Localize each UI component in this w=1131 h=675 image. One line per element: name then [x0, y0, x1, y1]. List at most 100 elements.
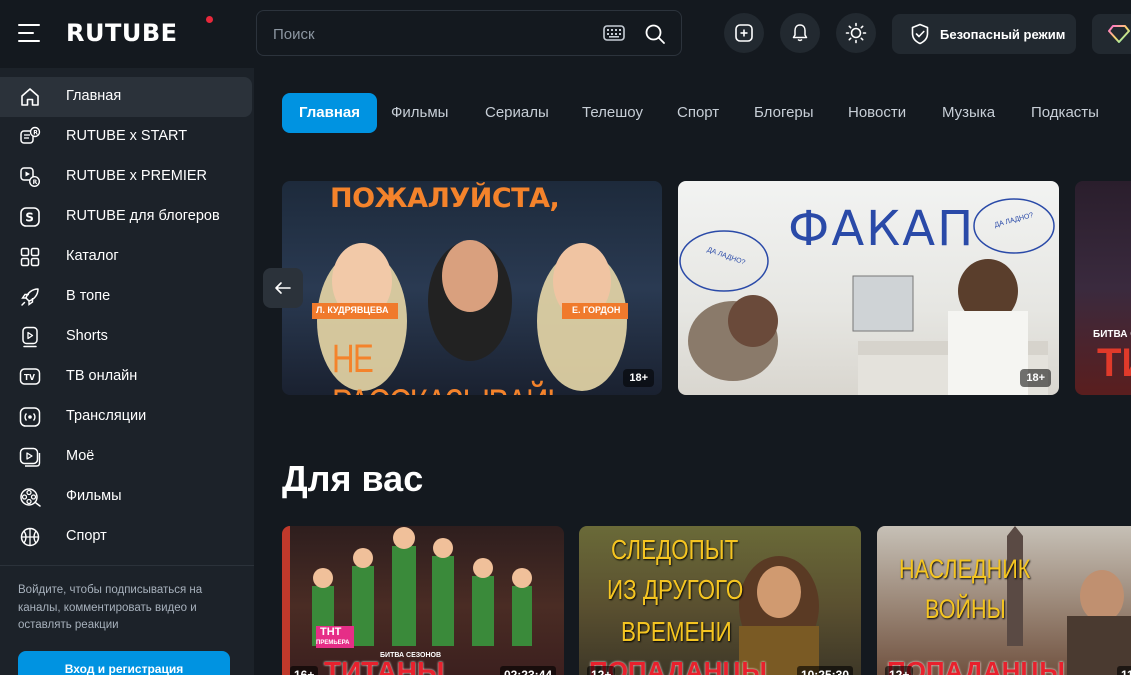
sidebar-item-tv[interactable]: TV ТВ онлайн [0, 357, 252, 397]
sidebar-item-studio[interactable]: S RUTUBE для блогеров [0, 197, 252, 237]
upload-icon [735, 24, 753, 42]
sidebar-item-label: Shorts [66, 328, 108, 344]
card-line-1: СЛЕДОПЫТ [611, 534, 739, 565]
banner-name-right: Е. ГОРДОН [572, 305, 621, 315]
sidebar-item-top[interactable]: В топе [0, 277, 252, 317]
header: RUTUBE Безопасный режим [0, 0, 1131, 68]
sidebar-item-label: RUTUBE для блогеров [66, 208, 220, 224]
tv-icon: TV [19, 368, 41, 385]
login-hint: Войдите, чтобы подписываться на каналы, … [18, 584, 203, 631]
sidebar-item-broadcasts[interactable]: Трансляции [0, 397, 252, 437]
safe-mode-button[interactable]: Безопасный режим [892, 14, 1076, 54]
sidebar-item-label: Фильмы [66, 488, 122, 504]
card-title: ТИТАНЫ [324, 656, 445, 675]
home-icon [21, 88, 39, 106]
card-line-2: ИЗ ДРУГОГО [607, 574, 744, 605]
keyboard-icon[interactable] [603, 24, 625, 42]
premier-icon: R [20, 167, 41, 188]
arrow-left-icon [275, 282, 291, 294]
video-card[interactable]: СЛЕДОПЫТ ИЗ ДРУГОГО ВРЕМЕНИ ПОПАДАНЦЫ 12… [579, 526, 861, 675]
shield-icon [911, 23, 929, 45]
tab-music[interactable]: Музыка [942, 93, 995, 133]
studio-icon: S [20, 207, 40, 227]
sidebar-item-label: Спорт [66, 528, 107, 544]
video-card[interactable]: ТНТ ПРЕМЬЕРА БИТВА СЕЗОНОВ ТИТАНЫ 16+ 02… [282, 526, 564, 675]
search-box [256, 10, 682, 56]
catalog-icon [20, 247, 40, 267]
sidebar-item-films[interactable]: Фильмы [0, 477, 252, 517]
banner-title-bottom: НЕ РАССКАЗЫВАЙ! [332, 337, 556, 395]
search-icon[interactable] [644, 23, 666, 45]
broadcast-icon [19, 407, 41, 427]
sidebar-item-label: RUTUBE x PREMIER [66, 168, 207, 184]
banner-title-top: ПОЖАЛУЙСТА, [330, 183, 560, 214]
logo[interactable]: RUTUBE [66, 19, 178, 47]
section-title: Для вас [282, 458, 424, 499]
tab-main[interactable]: Главная [282, 93, 378, 133]
sidebar-item-label: RUTUBE x START [66, 128, 188, 144]
channel-logo: ТНТ [320, 626, 342, 638]
tab-films[interactable]: Фильмы [391, 93, 448, 133]
sidebar-item-sport[interactable]: Спорт [0, 517, 252, 557]
film-icon [20, 488, 41, 507]
sidebar-item-shorts[interactable]: Shorts [0, 317, 252, 357]
sidebar-item-label: В топе [66, 288, 111, 304]
card-title: ПОПАДАНЦЫ [887, 656, 1065, 675]
card-line-3: ВРЕМЕНИ [621, 616, 732, 647]
notifications-button[interactable] [780, 13, 820, 53]
banner-subtitle: БИТВА С [1093, 329, 1131, 340]
logo-dot [206, 16, 213, 23]
sidebar-item-catalog[interactable]: Каталог [0, 237, 252, 277]
banner-title: ТИ [1097, 341, 1131, 385]
svg-text:R: R [33, 179, 38, 186]
banner-card[interactable]: ФАКАП ДА ЛАДНО? ДА ЛАДНО? 18+ [678, 181, 1059, 395]
carousel-prev-button[interactable] [263, 268, 303, 308]
svg-text:R: R [33, 129, 38, 136]
sidebar-item-my[interactable]: Моё [0, 437, 252, 477]
age-badge: 16+ [290, 666, 319, 675]
sidebar-item-label: Каталог [66, 248, 119, 264]
tab-sport[interactable]: Спорт [677, 93, 719, 133]
banner-title: ФАКАП [788, 201, 976, 257]
sidebar-item-home[interactable]: Главная [0, 77, 252, 117]
menu-icon[interactable] [18, 24, 40, 42]
premiere-label: ПРЕМЬЕРА [316, 640, 350, 646]
card-title: ПОПАДАНЦЫ [589, 656, 767, 675]
upload-button[interactable] [724, 13, 764, 53]
duration-badge: 11:57 [1117, 666, 1131, 675]
sun-icon [845, 22, 867, 44]
sidebar-item-label: Трансляции [66, 408, 147, 424]
duration-badge: 10:25:30 [796, 666, 853, 675]
sidebar: Главная R RUTUBE x START R RUTUBE x PREM… [0, 68, 254, 675]
tab-bloggers[interactable]: Блогеры [754, 93, 814, 133]
svg-text:TV: TV [24, 373, 35, 382]
tab-tvshows[interactable]: Телешоу [582, 93, 643, 133]
sidebar-item-premier[interactable]: R RUTUBE x PREMIER [0, 157, 252, 197]
search-input[interactable] [273, 23, 593, 45]
card-line-1: НАСЛЕДНИК [899, 554, 1031, 584]
banner-card[interactable]: БИТВА С ТИ [1075, 181, 1131, 395]
rocket-icon [21, 288, 39, 306]
video-card[interactable]: НАСЛЕДНИК ВОЙНЫ ПОПАДАНЦЫ 12+ 11:57 [877, 526, 1131, 675]
banner-card[interactable]: ПОЖАЛУЙСТА, Л. КУДРЯВЦЕВА Е. ГОРДОН НЕ Р… [282, 181, 662, 395]
premium-button[interactable] [1092, 14, 1131, 54]
bell-icon [792, 24, 808, 42]
tab-series[interactable]: Сериалы [485, 93, 549, 133]
age-badge: 12+ [587, 666, 616, 675]
card-line-2: ВОЙНЫ [925, 594, 1006, 624]
tab-podcasts[interactable]: Подкасты [1031, 93, 1099, 133]
sidebar-item-start[interactable]: R RUTUBE x START [0, 117, 252, 157]
start-icon: R [20, 126, 41, 144]
duration-badge: 02:23:44 [499, 666, 556, 675]
login-button[interactable]: Вход и регистрация [18, 651, 230, 675]
sidebar-item-label: ТВ онлайн [66, 368, 138, 384]
theme-toggle-button[interactable] [836, 13, 876, 53]
sidebar-item-label: Моё [66, 448, 95, 464]
age-badge: 12+ [885, 666, 914, 675]
svg-text:S: S [25, 211, 34, 225]
diamond-icon [1108, 25, 1130, 43]
my-icon [19, 447, 41, 467]
sidebar-divider [0, 565, 254, 566]
banner-name-left: Л. КУДРЯВЦЕВА [316, 305, 389, 315]
tab-news[interactable]: Новости [848, 93, 906, 133]
